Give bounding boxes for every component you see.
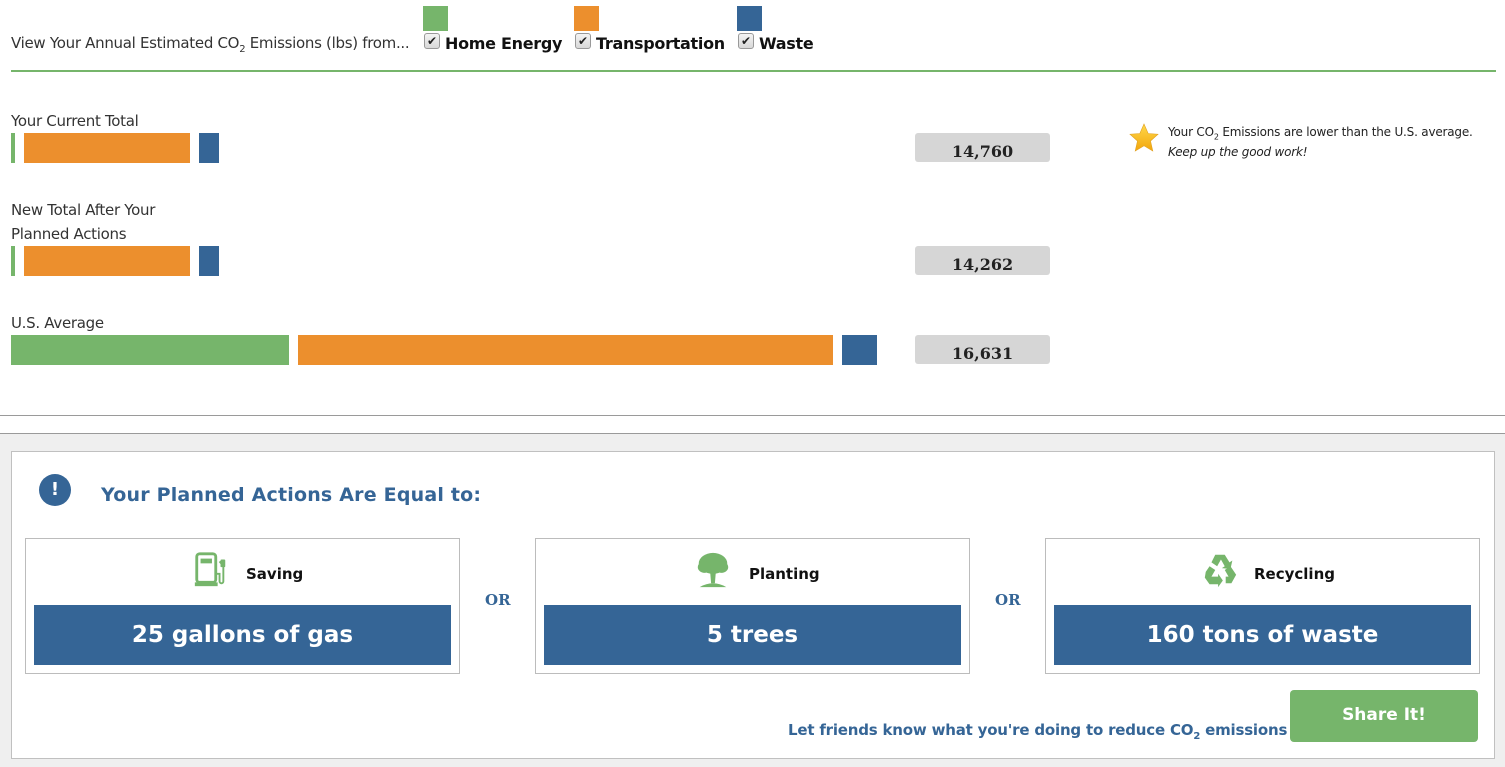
- equivalents-panel: ! Your Planned Actions Are Equal to: Sav…: [11, 451, 1495, 759]
- row-label-new-line2: Planned Actions: [11, 225, 127, 243]
- or-separator-1: OR: [485, 591, 511, 609]
- chart-heading: View Your Annual Estimated CO2 Emissions…: [11, 34, 410, 55]
- card-caption-recycling: Recycling: [1254, 565, 1335, 583]
- bar-us-waste: [842, 335, 877, 365]
- note-line1: Your CO2 Emissions are lower than the U.…: [1168, 125, 1473, 142]
- bar-current-waste: [199, 133, 219, 163]
- card-value-recycling: 160 tons of waste: [1054, 605, 1471, 665]
- note-line2: Keep up the good work!: [1168, 145, 1308, 159]
- row-label-us-average: U.S. Average: [11, 314, 104, 332]
- home-energy-checkbox[interactable]: ✔: [424, 33, 440, 49]
- equivalent-card-trees: Planting 5 trees: [535, 538, 970, 674]
- category-waste[interactable]: ✔ Waste: [737, 6, 814, 53]
- row-label-new-line1: New Total After Your: [11, 201, 156, 219]
- bar-new-transportation: [24, 246, 190, 276]
- category-transportation[interactable]: ✔ Transportation: [574, 6, 725, 53]
- tree-icon: [697, 552, 729, 588]
- recycle-icon: [1204, 554, 1237, 588]
- waste-checkbox[interactable]: ✔: [738, 33, 754, 49]
- transportation-checkbox[interactable]: ✔: [575, 33, 591, 49]
- card-caption-gas: Saving: [246, 565, 304, 583]
- or-separator-2: OR: [995, 591, 1021, 609]
- emissions-chart-section: View Your Annual Estimated CO2 Emissions…: [0, 0, 1505, 416]
- bar-new-waste: [199, 246, 219, 276]
- equivalent-card-recycling: Recycling 160 tons of waste: [1045, 538, 1480, 674]
- gas-pump-icon: [194, 552, 226, 587]
- bar-current-transportation: [24, 133, 190, 163]
- waste-swatch: [737, 6, 762, 31]
- bar-us-transportation: [298, 335, 833, 365]
- card-caption-trees: Planting: [749, 565, 820, 583]
- row-label-current: Your Current Total: [11, 112, 139, 130]
- equivalents-title: Your Planned Actions Are Equal to:: [101, 484, 482, 506]
- info-icon: !: [39, 474, 71, 506]
- category-home-energy[interactable]: ✔ Home Energy: [423, 6, 562, 53]
- total-new: 14,262: [915, 246, 1050, 275]
- star-icon: [1129, 123, 1159, 152]
- share-button[interactable]: Share It!: [1290, 690, 1478, 742]
- transportation-label: Transportation: [596, 34, 725, 53]
- waste-label: Waste: [759, 34, 814, 53]
- bar-us-home-energy: [11, 335, 289, 365]
- card-value-trees: 5 trees: [544, 605, 961, 665]
- bar-current-home-energy: [11, 133, 15, 163]
- home-energy-swatch: [423, 6, 448, 31]
- total-us-average: 16,631: [915, 335, 1050, 364]
- category-filter-row: View Your Annual Estimated CO2 Emissions…: [11, 0, 1496, 72]
- home-energy-label: Home Energy: [445, 34, 563, 53]
- equivalent-card-gas: Saving 25 gallons of gas: [25, 538, 460, 674]
- card-value-gas: 25 gallons of gas: [34, 605, 451, 665]
- share-prompt: Let friends know what you're doing to re…: [788, 721, 1288, 742]
- equivalents-section: ! Your Planned Actions Are Equal to: Sav…: [0, 433, 1505, 767]
- total-current: 14,760: [915, 133, 1050, 162]
- bar-new-home-energy: [11, 246, 15, 276]
- transportation-swatch: [574, 6, 599, 31]
